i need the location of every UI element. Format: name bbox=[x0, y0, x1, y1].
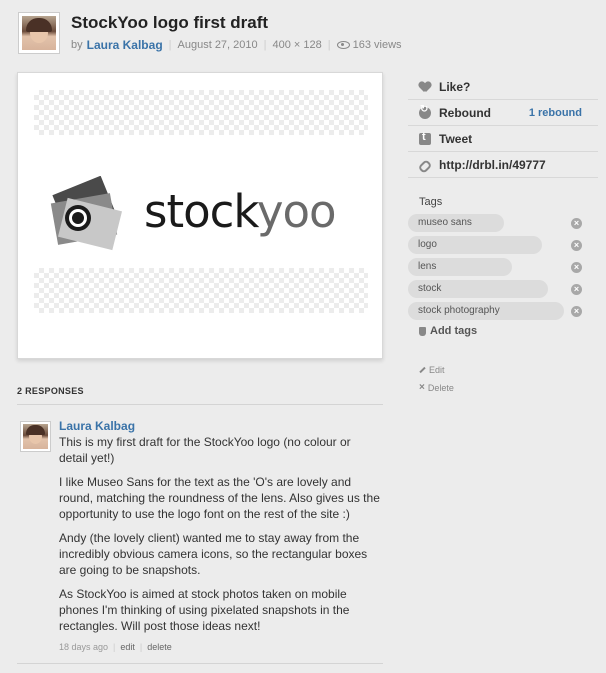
short-url-link[interactable]: http://drbl.in/49777 bbox=[408, 152, 598, 178]
shot-dimensions: 400 × 128 bbox=[272, 39, 322, 51]
comment-paragraph: Andy (the lovely client) wanted me to st… bbox=[59, 531, 368, 577]
edit-shot-link[interactable]: Edit bbox=[419, 365, 598, 375]
remove-tag-icon[interactable]: × bbox=[571, 284, 582, 295]
shot-sidebar: Like? Rebound 1 rebound Tweet http://drb… bbox=[408, 74, 598, 400]
short-url: http://drbl.in/49777 bbox=[439, 157, 546, 172]
tag-list: museo sans × logo × lens × stock × stock… bbox=[408, 214, 598, 321]
stockyoo-logo-mark bbox=[50, 176, 123, 251]
tag-link[interactable]: lens bbox=[408, 258, 512, 276]
tag-item: logo × bbox=[408, 236, 598, 255]
shot-title: StockYoo logo first draft bbox=[71, 13, 269, 32]
admin-actions: Edit × Delete bbox=[408, 365, 598, 393]
delete-icon: × bbox=[419, 382, 425, 393]
delete-label: Delete bbox=[427, 382, 454, 393]
transparency-pattern bbox=[34, 268, 368, 313]
remove-tag-icon[interactable]: × bbox=[571, 262, 582, 273]
author-link[interactable]: Laura Kalbag bbox=[87, 38, 163, 52]
commenter-avatar[interactable] bbox=[20, 421, 51, 452]
tag-link[interactable]: logo bbox=[408, 236, 542, 254]
view-count: 163 views bbox=[352, 39, 402, 51]
add-tags-button[interactable]: Add tags bbox=[408, 325, 598, 337]
comment-author-link[interactable]: Laura Kalbag bbox=[59, 419, 381, 433]
tag-link[interactable]: museo sans bbox=[408, 214, 504, 232]
comment-paragraph: This is my first draft for the StockYoo … bbox=[59, 435, 351, 465]
tweet-button[interactable]: Tweet bbox=[408, 126, 598, 152]
comment-paragraph: I like Museo Sans for the text as the 'O… bbox=[59, 475, 380, 521]
meta-separator: | bbox=[263, 39, 267, 51]
tag-item: stock photography × bbox=[408, 302, 598, 321]
eye-icon bbox=[336, 41, 350, 49]
tag-item: stock × bbox=[408, 280, 598, 299]
remove-tag-icon[interactable]: × bbox=[571, 218, 582, 229]
comment-edit-link[interactable]: edit bbox=[120, 642, 135, 652]
meta-separator: | bbox=[327, 39, 331, 51]
footer-separator: | bbox=[139, 642, 143, 652]
twitter-icon bbox=[419, 131, 431, 145]
shot-date: August 27, 2010 bbox=[177, 39, 258, 51]
tags-heading: Tags bbox=[419, 196, 443, 208]
comment-paragraph: As StockYoo is aimed at stock photos tak… bbox=[59, 587, 350, 633]
responses-heading: 2 RESPONSES bbox=[17, 386, 383, 405]
rebound-icon bbox=[419, 104, 431, 119]
rebound-count-link[interactable]: 1 rebound bbox=[529, 107, 582, 119]
rebound-label: Rebound bbox=[439, 105, 491, 120]
author-avatar[interactable] bbox=[18, 12, 60, 54]
tweet-label: Tweet bbox=[439, 131, 473, 146]
like-button[interactable]: Like? bbox=[408, 74, 598, 100]
pencil-icon bbox=[419, 366, 426, 374]
divider bbox=[17, 663, 383, 664]
heart-icon bbox=[419, 81, 431, 93]
transparency-pattern bbox=[34, 90, 368, 135]
tag-icon bbox=[419, 326, 426, 336]
edit-label: Edit bbox=[429, 365, 445, 375]
comment-delete-link[interactable]: delete bbox=[147, 642, 172, 652]
comment-time: 18 days ago bbox=[59, 642, 109, 652]
stockyoo-wordmark: stockyoo bbox=[144, 185, 337, 238]
remove-tag-icon[interactable]: × bbox=[571, 240, 582, 251]
remove-tag-icon[interactable]: × bbox=[571, 306, 582, 317]
tag-item: lens × bbox=[408, 258, 598, 277]
tag-item: museo sans × bbox=[408, 214, 598, 233]
link-icon bbox=[419, 159, 431, 171]
shot-image[interactable]: stockyoo bbox=[17, 72, 383, 359]
like-label: Like? bbox=[439, 79, 471, 94]
tag-link[interactable]: stock photography bbox=[408, 302, 564, 320]
by-label: by bbox=[71, 39, 83, 51]
shot-header: StockYoo logo first draft by Laura Kalba… bbox=[18, 12, 598, 58]
meta-separator: | bbox=[168, 39, 172, 51]
shot-meta: by Laura Kalbag | August 27, 2010 | 400 … bbox=[71, 38, 402, 52]
add-tags-label: Add tags bbox=[430, 325, 478, 337]
footer-separator: | bbox=[113, 642, 116, 652]
rebound-button[interactable]: Rebound 1 rebound bbox=[408, 100, 598, 126]
comment-body: Laura Kalbag This is my first draft for … bbox=[59, 419, 381, 652]
comment-footer: 18 days ago | edit | delete bbox=[59, 642, 381, 652]
tag-link[interactable]: stock bbox=[408, 280, 548, 298]
delete-shot-link[interactable]: × Delete bbox=[419, 382, 598, 393]
comment-text: This is my first draft for the StockYoo … bbox=[59, 434, 381, 634]
